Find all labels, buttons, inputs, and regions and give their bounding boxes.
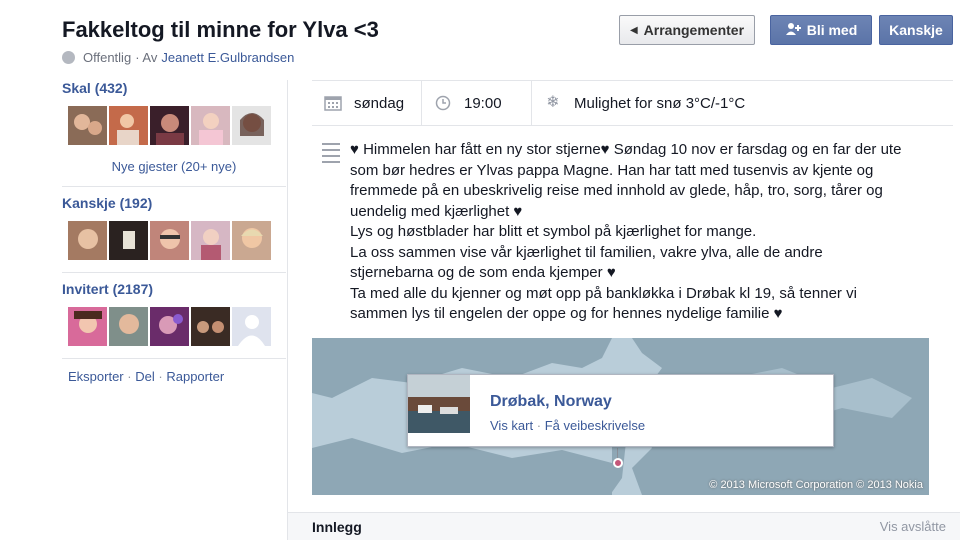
event-meta: Offentlig · Av Jeanett E.Gulbrandsen bbox=[62, 50, 294, 65]
calendar-icon bbox=[324, 96, 342, 111]
guest-photo[interactable] bbox=[191, 307, 230, 346]
going-heading[interactable]: Skal (432) bbox=[62, 80, 286, 96]
share-link[interactable]: Del bbox=[135, 369, 155, 384]
add-person-icon bbox=[785, 22, 801, 39]
location-pin-icon[interactable] bbox=[613, 458, 623, 468]
guest-photo[interactable] bbox=[232, 221, 271, 260]
description-text: ♥ Himmelen har fått en ny stor stjerne♥ … bbox=[350, 141, 902, 322]
by-label: · Av bbox=[135, 50, 158, 65]
chevron-left-icon: ◀ bbox=[629, 24, 638, 36]
report-link[interactable]: Rapporter bbox=[166, 369, 224, 384]
maybe-heading[interactable]: Kanskje (192) bbox=[62, 195, 286, 211]
footer-separator: · bbox=[158, 369, 163, 384]
event-weather: ❄ Mulighet for snø 3°C/-1°C bbox=[532, 81, 757, 125]
guest-photo[interactable] bbox=[150, 221, 189, 260]
guest-sidebar: Skal (432) Nye gjester (20+ nye) Kanskje… bbox=[62, 80, 286, 384]
guest-photo[interactable] bbox=[109, 307, 148, 346]
join-button[interactable]: Bli med bbox=[770, 15, 872, 45]
maybe-thumbnails bbox=[68, 221, 286, 260]
globe-icon bbox=[62, 51, 75, 64]
maybe-button[interactable]: Kanskje bbox=[879, 15, 953, 45]
invited-thumbnails bbox=[68, 307, 286, 346]
default-avatar-icon[interactable] bbox=[232, 307, 271, 346]
snowflake-icon: ❄ bbox=[546, 94, 560, 111]
guest-photo[interactable] bbox=[191, 221, 230, 260]
posts-heading: Innlegg bbox=[312, 518, 362, 535]
guest-photo[interactable] bbox=[68, 106, 107, 145]
location-name[interactable]: Drøbak, Norway bbox=[490, 393, 612, 411]
map-copyright: © 2013 Microsoft Corporation © 2013 Noki… bbox=[709, 479, 923, 491]
maybe-section: Kanskje (192) bbox=[62, 187, 286, 273]
join-button-label: Bli med bbox=[806, 22, 858, 38]
invited-section: Invitert (2187) bbox=[62, 273, 286, 359]
events-button-label: Arrangementer bbox=[643, 22, 745, 38]
description-icon bbox=[322, 143, 340, 325]
privacy-label: Offentlig bbox=[83, 50, 132, 65]
events-button[interactable]: ◀ Arrangementer bbox=[619, 15, 755, 45]
guest-photo[interactable] bbox=[232, 106, 271, 145]
page-title: Fakkeltog til minne for Ylva <3 bbox=[62, 17, 379, 42]
guest-photo[interactable] bbox=[191, 106, 230, 145]
author-link[interactable]: Jeanett E.Gulbrandsen bbox=[161, 50, 294, 65]
invited-heading[interactable]: Invitert (2187) bbox=[62, 281, 286, 297]
guest-photo[interactable] bbox=[109, 221, 148, 260]
export-link[interactable]: Eksporter bbox=[68, 369, 124, 384]
maybe-button-label: Kanskje bbox=[889, 22, 943, 38]
directions-link[interactable]: Få veibeskrivelse bbox=[545, 418, 645, 433]
guest-photo[interactable] bbox=[68, 307, 107, 346]
going-thumbnails bbox=[68, 106, 286, 145]
show-hidden-link[interactable]: Vis avslåtte bbox=[880, 519, 946, 534]
guest-photo[interactable] bbox=[150, 307, 189, 346]
location-popup: Drøbak, Norway Vis kart · Få veibeskrive… bbox=[407, 374, 834, 447]
going-section: Skal (432) Nye gjester (20+ nye) bbox=[62, 80, 286, 187]
event-description: ♥ Himmelen har fått en ny stor stjerne♥ … bbox=[322, 140, 960, 325]
guest-photo[interactable] bbox=[150, 106, 189, 145]
event-day-label: søndag bbox=[354, 94, 405, 112]
location-links: Vis kart · Få veibeskrivelse bbox=[490, 418, 645, 433]
event-time: 19:00 bbox=[422, 81, 532, 125]
event-time-label: 19:00 bbox=[464, 94, 502, 112]
new-guests-link[interactable]: Nye gjester (20+ nye) bbox=[62, 159, 286, 174]
footer-separator: · bbox=[127, 369, 132, 384]
clock-icon bbox=[435, 95, 451, 111]
posts-bar: Innlegg Vis avslåtte bbox=[288, 512, 960, 540]
view-map-link[interactable]: Vis kart bbox=[490, 418, 533, 433]
event-info-bar: søndag 19:00 ❄ Mulighet for snø 3°C/-1°C bbox=[312, 80, 953, 126]
event-day: søndag bbox=[312, 81, 422, 125]
location-map[interactable]: Drøbak, Norway Vis kart · Få veibeskrive… bbox=[312, 338, 929, 495]
guest-photo[interactable] bbox=[109, 106, 148, 145]
weather-label: Mulighet for snø 3°C/-1°C bbox=[574, 94, 746, 112]
location-photo[interactable] bbox=[408, 375, 470, 433]
sidebar-footer: Eksporter · Del · Rapporter bbox=[68, 369, 286, 384]
guest-photo[interactable] bbox=[68, 221, 107, 260]
column-divider bbox=[287, 80, 288, 540]
link-separator: · bbox=[536, 418, 542, 433]
